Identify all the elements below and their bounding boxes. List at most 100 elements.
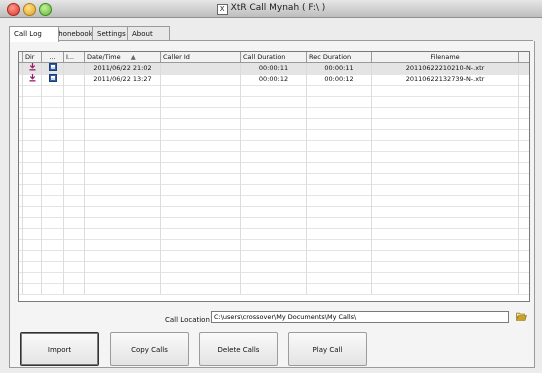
empty-cell <box>372 217 519 228</box>
empty-cell <box>42 151 64 162</box>
delete-calls-button[interactable]: Delete Calls <box>199 332 278 366</box>
empty-cell <box>307 283 372 294</box>
empty-cell <box>23 151 42 162</box>
empty-cell <box>307 140 372 151</box>
sort-ascending-icon: ▲ <box>130 53 136 61</box>
empty-cell <box>241 85 307 96</box>
app-icon: X <box>216 4 228 15</box>
empty-cell <box>161 228 241 239</box>
empty-cell <box>85 206 161 217</box>
empty-table-row <box>19 283 529 295</box>
column-header-save[interactable]: ... <box>42 52 64 62</box>
empty-cell <box>42 129 64 140</box>
column-header-datetime-label: Date/Time <box>87 53 121 61</box>
empty-cell <box>372 162 519 173</box>
empty-cell <box>241 206 307 217</box>
empty-cell <box>42 272 64 283</box>
empty-cell <box>161 217 241 228</box>
header-filler <box>519 52 529 62</box>
empty-cell <box>85 184 161 195</box>
empty-cell <box>241 239 307 250</box>
empty-cell <box>64 107 85 118</box>
empty-cell <box>23 217 42 228</box>
empty-cell <box>307 173 372 184</box>
empty-cell <box>372 283 519 294</box>
column-header-datetime[interactable]: Date/Time ▲ <box>85 52 161 62</box>
empty-cell <box>85 250 161 261</box>
empty-cell <box>241 261 307 272</box>
empty-cell <box>64 239 85 250</box>
column-header-info[interactable]: I... <box>64 52 85 62</box>
call-location-input[interactable] <box>211 311 509 323</box>
empty-cell <box>372 272 519 283</box>
empty-cell <box>161 283 241 294</box>
call-duration-cell: 00:00:12 <box>241 74 307 85</box>
empty-cell <box>42 228 64 239</box>
floppy-disk-icon[interactable] <box>42 63 64 74</box>
empty-cell <box>23 195 42 206</box>
empty-cell <box>161 162 241 173</box>
copy-calls-button[interactable]: Copy Calls <box>110 332 189 366</box>
empty-cell <box>372 140 519 151</box>
empty-cell <box>307 250 372 261</box>
empty-cell <box>64 162 85 173</box>
empty-cell <box>85 107 161 118</box>
empty-cell <box>85 151 161 162</box>
folder-icon[interactable] <box>516 312 527 321</box>
tab-call-log[interactable]: Call Log <box>9 26 59 42</box>
empty-cell <box>161 250 241 261</box>
empty-cell <box>85 162 161 173</box>
empty-cell <box>307 261 372 272</box>
empty-cell <box>161 107 241 118</box>
empty-cell <box>241 151 307 162</box>
info-cell <box>64 63 85 74</box>
incoming-call-icon <box>23 74 42 85</box>
empty-cell <box>372 96 519 107</box>
column-header-dir[interactable]: Dir <box>23 52 42 62</box>
empty-cell <box>161 184 241 195</box>
empty-cell <box>372 118 519 129</box>
empty-cell <box>42 239 64 250</box>
empty-cell <box>85 217 161 228</box>
column-header-call-duration[interactable]: Call Duration <box>241 52 307 62</box>
empty-cell <box>307 96 372 107</box>
empty-cell <box>372 250 519 261</box>
empty-cell <box>241 195 307 206</box>
datetime-cell: 2011/06/22 13:27 <box>85 74 161 85</box>
column-header-rec-duration[interactable]: Rec Duration <box>307 52 372 62</box>
empty-cell <box>241 217 307 228</box>
empty-cell <box>64 151 85 162</box>
column-header-filename[interactable]: Filename <box>372 52 519 62</box>
import-button[interactable]: Import <box>20 332 99 366</box>
play-call-button[interactable]: Play Call <box>288 332 367 366</box>
empty-cell <box>307 107 372 118</box>
empty-cell <box>23 162 42 173</box>
empty-cell <box>42 206 64 217</box>
empty-cell <box>64 129 85 140</box>
empty-cell <box>307 184 372 195</box>
incoming-call-icon <box>23 63 42 74</box>
empty-cell <box>161 129 241 140</box>
tab-about[interactable]: About <box>127 26 170 41</box>
empty-cell <box>42 140 64 151</box>
empty-cell <box>241 272 307 283</box>
empty-cell <box>372 195 519 206</box>
empty-cell <box>161 173 241 184</box>
empty-cell <box>42 195 64 206</box>
empty-cell <box>161 272 241 283</box>
empty-cell <box>23 206 42 217</box>
empty-cell <box>42 85 64 96</box>
floppy-disk-icon[interactable] <box>42 74 64 85</box>
empty-cell <box>64 96 85 107</box>
empty-cell <box>307 217 372 228</box>
table-header: Dir ... I... Date/Time ▲ Caller Id Call … <box>19 52 529 63</box>
datetime-cell: 2011/06/22 21:02 <box>85 63 161 74</box>
empty-cell <box>23 283 42 294</box>
column-header-caller[interactable]: Caller Id <box>161 52 241 62</box>
filename-cell: 20110622132739-N-.xtr <box>372 74 519 85</box>
empty-cell <box>161 140 241 151</box>
empty-cell <box>42 107 64 118</box>
empty-cell <box>307 118 372 129</box>
call-log-table[interactable]: Dir ... I... Date/Time ▲ Caller Id Call … <box>18 51 530 302</box>
filename-cell: 20110622210210-N-.xtr <box>372 63 519 74</box>
